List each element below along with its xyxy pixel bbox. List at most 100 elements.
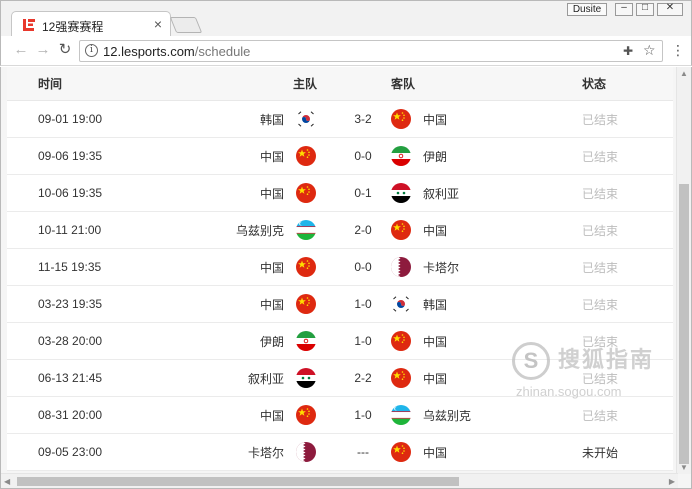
match-status: 已结束 (582, 149, 619, 164)
scroll-up-icon[interactable]: ▲ (680, 69, 688, 78)
match-score: 0-1 (354, 186, 372, 200)
header-status: 状态 (582, 77, 607, 91)
match-status: 已结束 (582, 186, 619, 201)
forward-icon[interactable]: → (35, 42, 51, 58)
close-icon: ✕ (665, 2, 675, 13)
header-away: 客队 (391, 77, 416, 91)
home-flag (296, 397, 316, 433)
maximize-icon: □ (641, 2, 649, 13)
table-row[interactable]: 03-28 20:00 伊朗 1-0 中国 已结束 (7, 323, 673, 360)
china-flag-icon (391, 442, 411, 462)
scroll-down-icon[interactable]: ▼ (680, 463, 688, 472)
iran-flag-icon (391, 146, 411, 166)
tab-close-icon[interactable]: × (154, 16, 162, 32)
match-score: 0-0 (354, 149, 372, 163)
table-row[interactable]: 09-06 19:35 中国 0-0 伊朗 已结束 (7, 138, 673, 175)
qatar-flag-icon (391, 257, 411, 277)
home-team: 中国 (259, 297, 284, 312)
back-icon[interactable]: ← (13, 42, 29, 58)
minimize-button[interactable]: – (615, 2, 633, 16)
china-flag-icon (391, 368, 411, 388)
china-flag-icon (296, 183, 316, 203)
vertical-scrollbar[interactable]: ▲ ▼ (676, 67, 691, 474)
home-team: 伊朗 (259, 334, 284, 349)
table-row[interactable]: 08-31 20:00 中国 1-0 乌兹别克 已结束 (7, 397, 673, 434)
url-path: /schedule (194, 44, 251, 59)
away-team: 伊朗 (423, 149, 448, 164)
away-team: 乌兹别克 (423, 408, 472, 423)
close-window-button[interactable]: ✕ (657, 2, 683, 16)
away-flag (391, 434, 411, 470)
away-team: 中国 (423, 112, 448, 127)
address-bar[interactable]: i 12.lesports.com/schedule ✚ ☆ (79, 40, 663, 62)
home-team: 卡塔尔 (247, 445, 284, 460)
home-flag (296, 360, 316, 396)
profile-button[interactable]: Dusite (567, 3, 607, 16)
home-team: 中国 (259, 408, 284, 423)
match-score: --- (357, 445, 369, 459)
horizontal-scroll-thumb[interactable] (17, 477, 459, 486)
home-team: 中国 (259, 186, 284, 201)
home-flag (296, 323, 316, 359)
match-status: 已结束 (582, 371, 619, 386)
match-time: 08-31 20:00 (38, 408, 103, 422)
away-flag (391, 138, 411, 174)
table-row[interactable]: 03-23 19:35 中国 1-0 韩国 已结束 (7, 286, 673, 323)
china-flag-icon (296, 146, 316, 166)
syria-flag-icon (391, 183, 411, 203)
bookmark-star-icon[interactable]: ☆ (643, 42, 656, 59)
home-flag (296, 101, 316, 137)
scroll-left-icon[interactable]: ◀ (4, 477, 10, 486)
table-row[interactable]: 11-15 19:35 中国 0-0 卡塔尔 已结束 (7, 249, 673, 286)
new-tab-button[interactable] (169, 17, 203, 33)
table-row[interactable]: 10-11 21:00 乌兹别克 2-0 中国 已结束 (7, 212, 673, 249)
syria-flag-icon (296, 368, 316, 388)
browser-tab[interactable]: 12强赛赛程 × (11, 11, 171, 37)
table-header: 时间 主队 客队 状态 (7, 67, 673, 101)
match-status: 已结束 (582, 297, 619, 312)
away-flag (391, 101, 411, 137)
table-row[interactable]: 10-06 19:35 中国 0-1 叙利亚 已结束 (7, 175, 673, 212)
away-flag (391, 175, 411, 211)
site-info-icon[interactable]: i (85, 44, 98, 57)
china-flag-icon (391, 109, 411, 129)
match-score: 1-0 (354, 334, 372, 348)
reload-icon[interactable]: ↻ (57, 42, 73, 58)
home-team: 中国 (259, 149, 284, 164)
horizontal-scrollbar[interactable]: ◀ ▶ (1, 473, 678, 488)
away-flag (391, 397, 411, 433)
lesports-favicon-icon (23, 19, 35, 31)
scroll-right-icon[interactable]: ▶ (669, 477, 675, 486)
match-score: 3-2 (354, 112, 372, 126)
page-viewport: 时间 主队 客队 状态 09-01 19:00 韩国 3-2 中国 已结束 09-06 1… (0, 67, 692, 489)
china-flag-icon (296, 405, 316, 425)
header-time: 时间 (38, 77, 63, 91)
away-team: 叙利亚 (423, 186, 460, 201)
away-flag (391, 360, 411, 396)
browser-menu-icon[interactable]: ⋮ (671, 42, 685, 58)
table-row[interactable]: 06-13 21:45 叙利亚 2-2 中国 已结束 (7, 360, 673, 397)
away-team: 韩国 (423, 297, 448, 312)
match-score: 1-0 (354, 297, 372, 311)
table-row[interactable]: 09-05 23:00 卡塔尔 --- 中国 未开始 (7, 434, 673, 471)
home-team: 叙利亚 (247, 371, 284, 386)
away-flag (391, 323, 411, 359)
url-text[interactable]: 12.lesports.com/schedule (103, 44, 250, 59)
away-team: 中国 (423, 223, 448, 238)
home-flag (296, 175, 316, 211)
schedule-rows: 09-01 19:00 韩国 3-2 中国 已结束 09-06 19:35 中国 0-0 伊朗已… (7, 101, 673, 471)
vertical-scroll-thumb[interactable] (679, 184, 689, 464)
home-flag (296, 138, 316, 174)
away-team: 中国 (423, 334, 448, 349)
home-flag (296, 286, 316, 322)
maximize-button[interactable]: □ (636, 2, 654, 16)
home-team: 中国 (259, 260, 284, 275)
title-bar: 12强赛赛程 × Dusite – □ ✕ (0, 0, 692, 37)
away-team: 卡塔尔 (423, 260, 460, 275)
uzbekistan-flag-icon (296, 220, 316, 240)
table-row[interactable]: 09-01 19:00 韩国 3-2 中国 已结束 (7, 101, 673, 138)
match-time: 06-13 21:45 (38, 371, 103, 385)
iran-flag-icon (296, 331, 316, 351)
extension-puzzle-icon[interactable]: ✚ (623, 44, 633, 58)
schedule-table: 时间 主队 客队 状态 09-01 19:00 韩国 3-2 中国 已结束 09-06 1… (7, 67, 673, 471)
